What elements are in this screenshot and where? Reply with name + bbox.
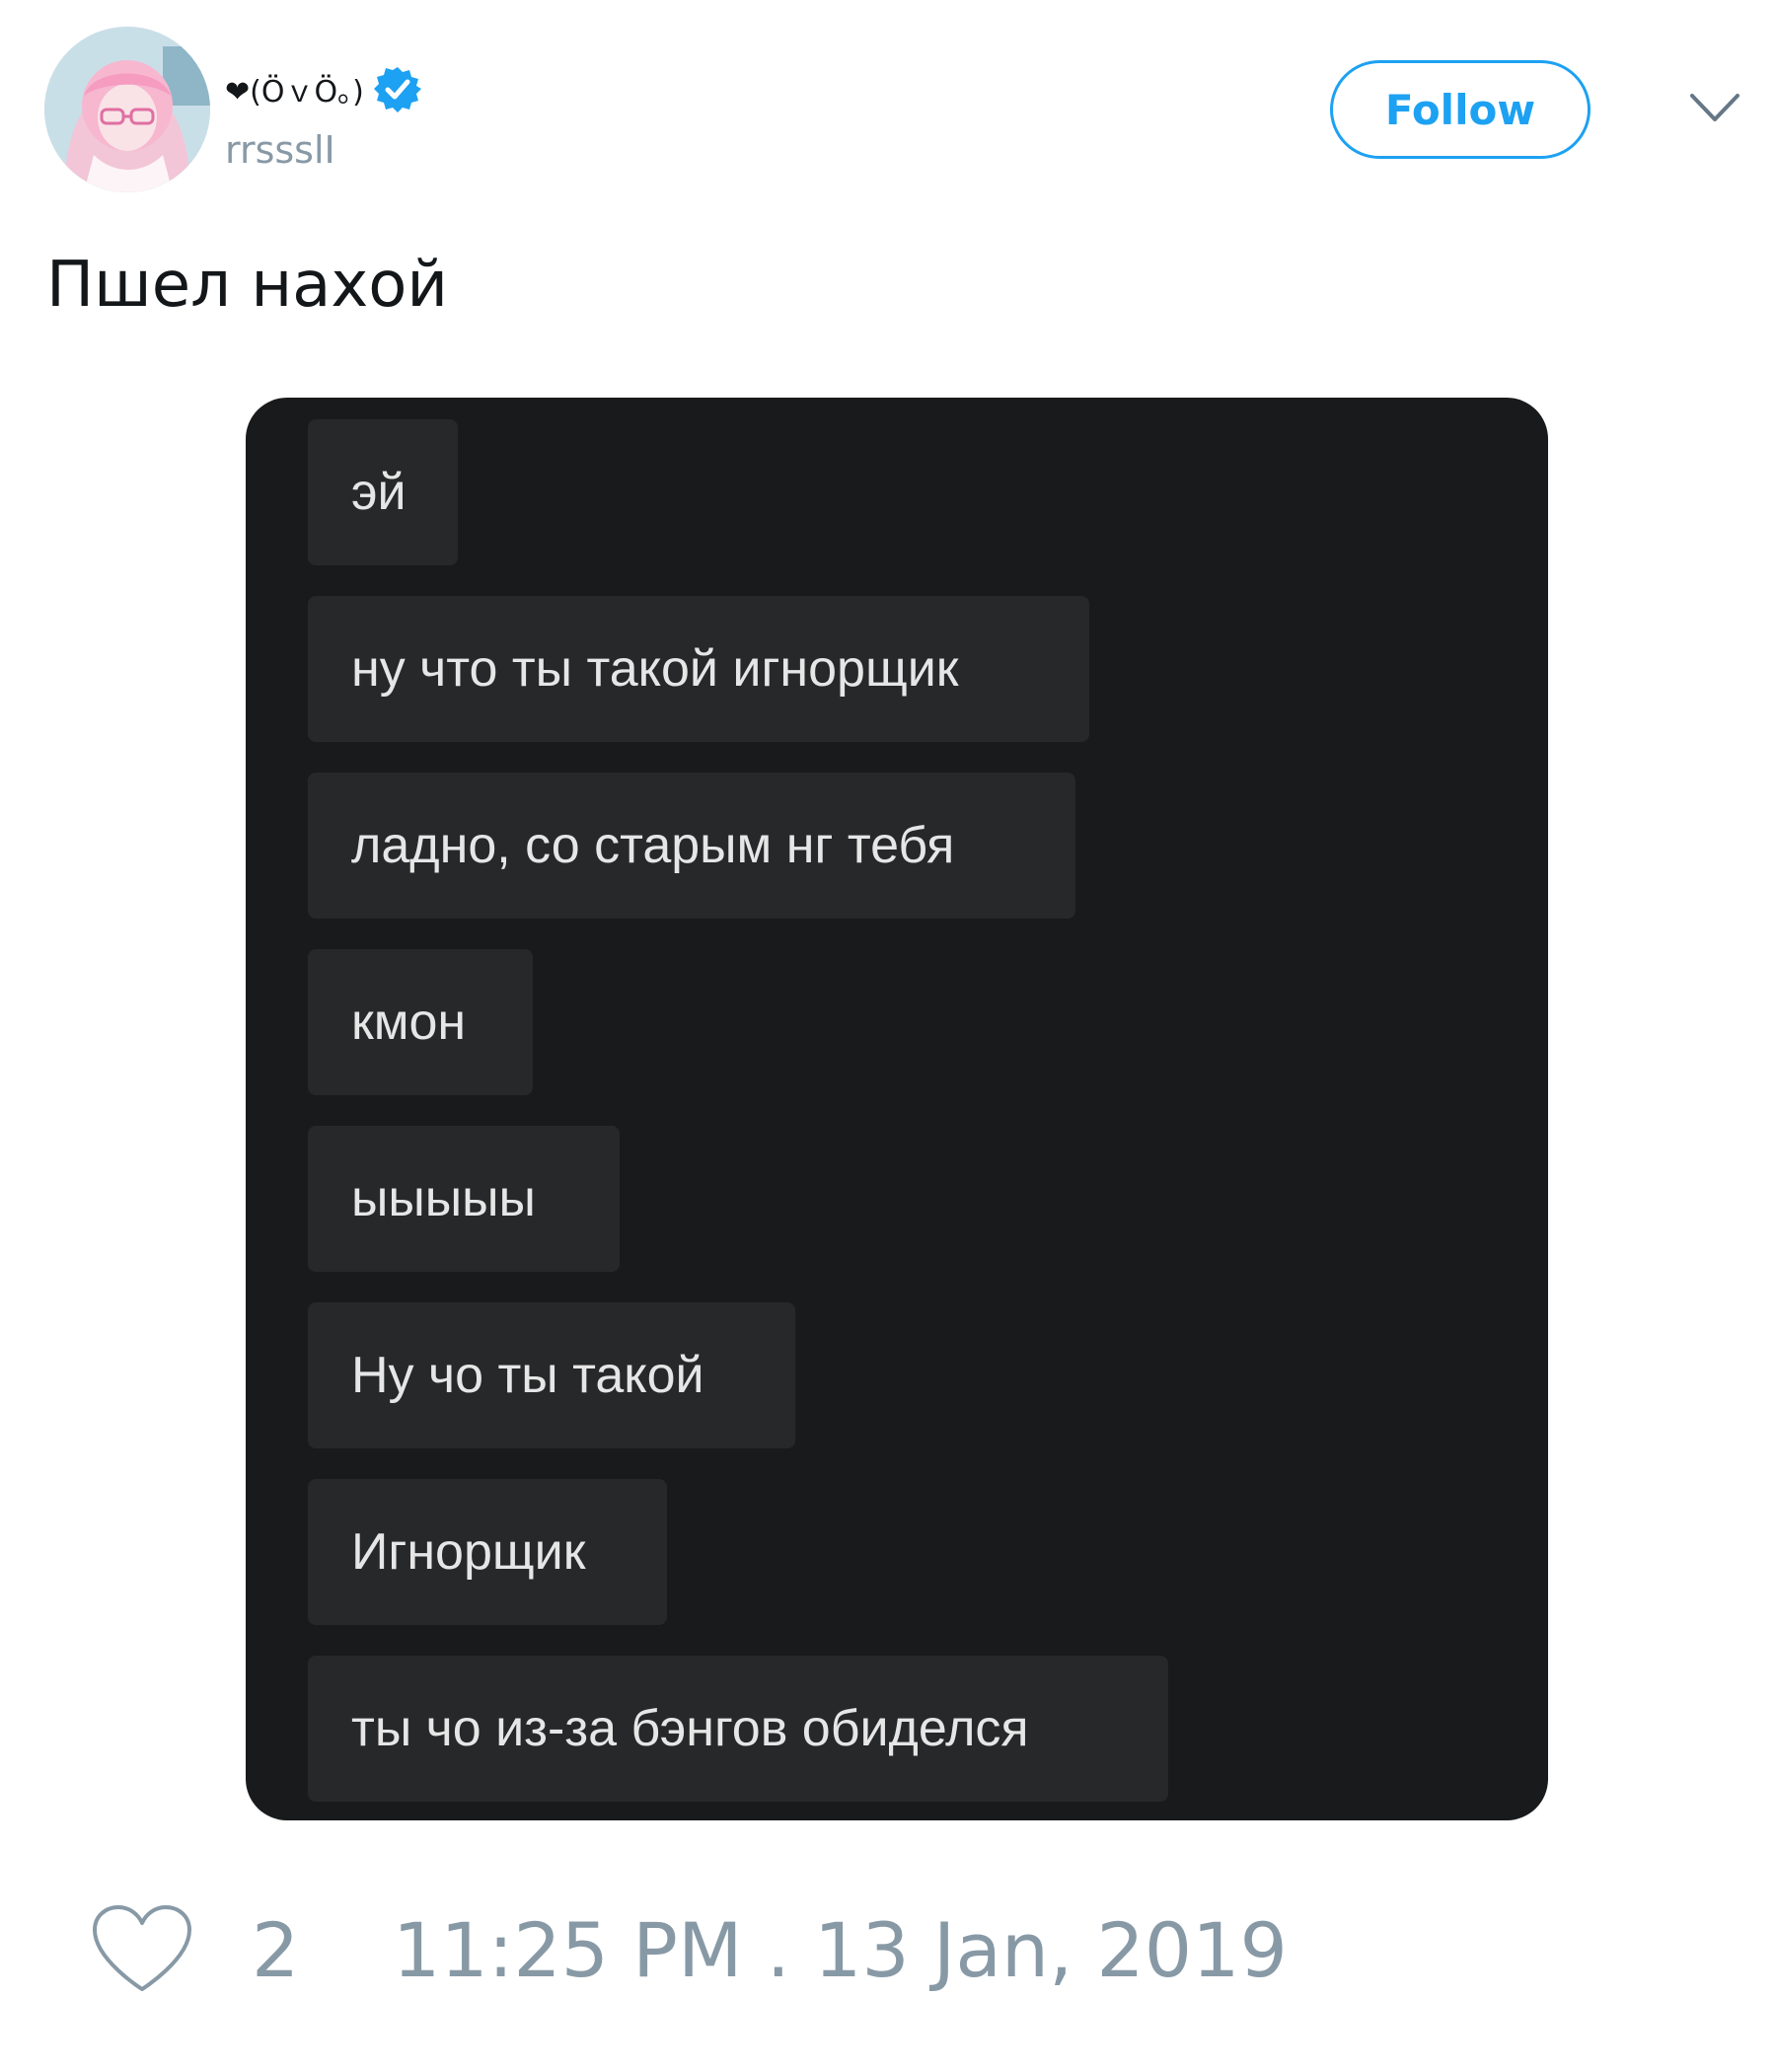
avatar[interactable] [44, 27, 210, 192]
follow-button[interactable]: Follow [1330, 60, 1591, 159]
chat-bubble: ну что ты такой игнорщик [308, 596, 1089, 742]
chevron-down-icon[interactable] [1689, 91, 1740, 124]
user-handle[interactable]: rrssslI [225, 128, 335, 172]
chat-bubble: эй [308, 419, 458, 565]
tweet-card: ❤(ӦｖӦ｡) rrssslI Follow Пшел нахой эй ну … [0, 0, 1776, 2072]
chat-bubble: ты чо из-за бэнгов обиделся [308, 1656, 1168, 1802]
chat-bubble: ладно, со старым нг тебя [308, 773, 1075, 919]
chat-bubble: ыыыыы [308, 1126, 620, 1272]
chat-bubble: Ну чо ты такой [308, 1302, 795, 1448]
display-name-text: ❤(ӦｖӦ｡) [225, 75, 364, 110]
heart-icon[interactable] [89, 1902, 195, 1997]
tweet-media-image[interactable]: эй ну что ты такой игнорщик ладно, со ст… [246, 398, 1548, 1820]
verified-badge-icon [373, 67, 421, 112]
anime-avatar-icon [44, 27, 210, 192]
display-name[interactable]: ❤(ӦｖӦ｡) [225, 65, 421, 112]
like-count[interactable]: 2 [252, 1906, 299, 1994]
chat-bubble: Игнорщик [308, 1479, 667, 1625]
tweet-text: Пшел нахой [46, 249, 448, 322]
tweet-timestamp[interactable]: 11:25 PM . 13 Jan, 2019 [393, 1906, 1288, 1994]
chat-bubble: кмон [308, 949, 533, 1095]
